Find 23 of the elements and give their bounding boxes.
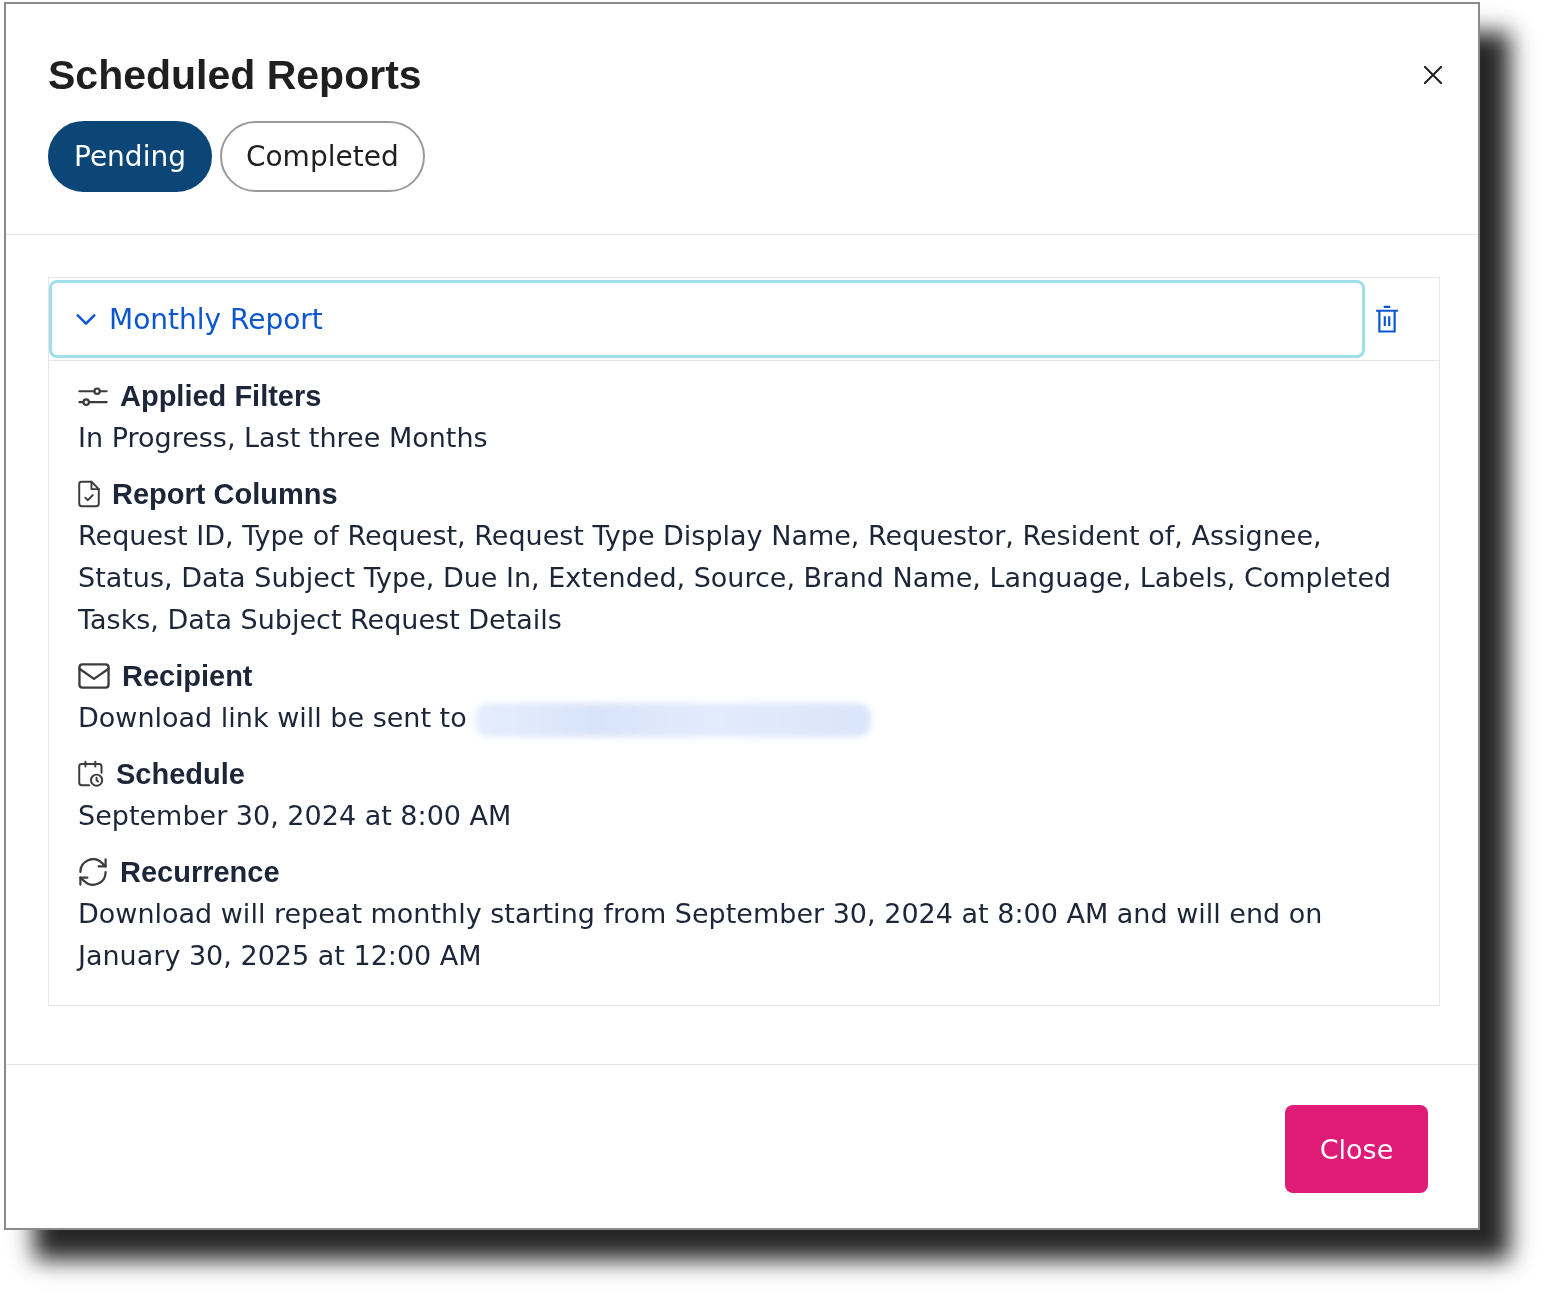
delete-icon[interactable] bbox=[1375, 304, 1399, 334]
section-text: In Progress, Last three Months bbox=[78, 421, 489, 455]
section-text: Download link will be sent to bbox=[78, 697, 1413, 739]
envelope-icon bbox=[78, 662, 110, 690]
calendar-clock-icon bbox=[78, 760, 104, 788]
refresh-icon bbox=[78, 858, 108, 886]
tab[interactable]: Completed bbox=[219, 121, 425, 192]
section-heading: Recipient bbox=[122, 659, 253, 693]
section-text: September 30, 2024 at 8:00 AM bbox=[78, 799, 513, 833]
section-heading: Report Columns bbox=[112, 477, 338, 511]
dialog-title: Scheduled Reports bbox=[48, 51, 422, 100]
chevron-icon bbox=[76, 313, 96, 325]
section-heading: Recurrence bbox=[120, 855, 280, 889]
accordion-header[interactable]: Monthly Report bbox=[49, 280, 1365, 358]
section-heading: Schedule bbox=[116, 757, 245, 791]
close-icon[interactable] bbox=[1424, 66, 1442, 84]
section-text: Download will repeat monthly starting from September 30, 2024 at 8:00 AM and will end on January 30, 2025 at 12:00 AM bbox=[78, 897, 1324, 973]
document-check-icon bbox=[78, 480, 100, 508]
report-title: Monthly Report bbox=[109, 302, 323, 336]
section-text: Request ID, Type of Request, Request Type Display Name, Requestor, Resident of, Assignee, Status, Data Subject Type, Due In, Extended, Source, Brand Name, Language, Labels, Completed Tasks, Data Subject Request Details bbox=[78, 519, 1393, 637]
tab[interactable]: Pending bbox=[48, 121, 212, 192]
close-button[interactable]: Close bbox=[1285, 1105, 1428, 1193]
section-heading: Applied Filters bbox=[120, 379, 322, 413]
